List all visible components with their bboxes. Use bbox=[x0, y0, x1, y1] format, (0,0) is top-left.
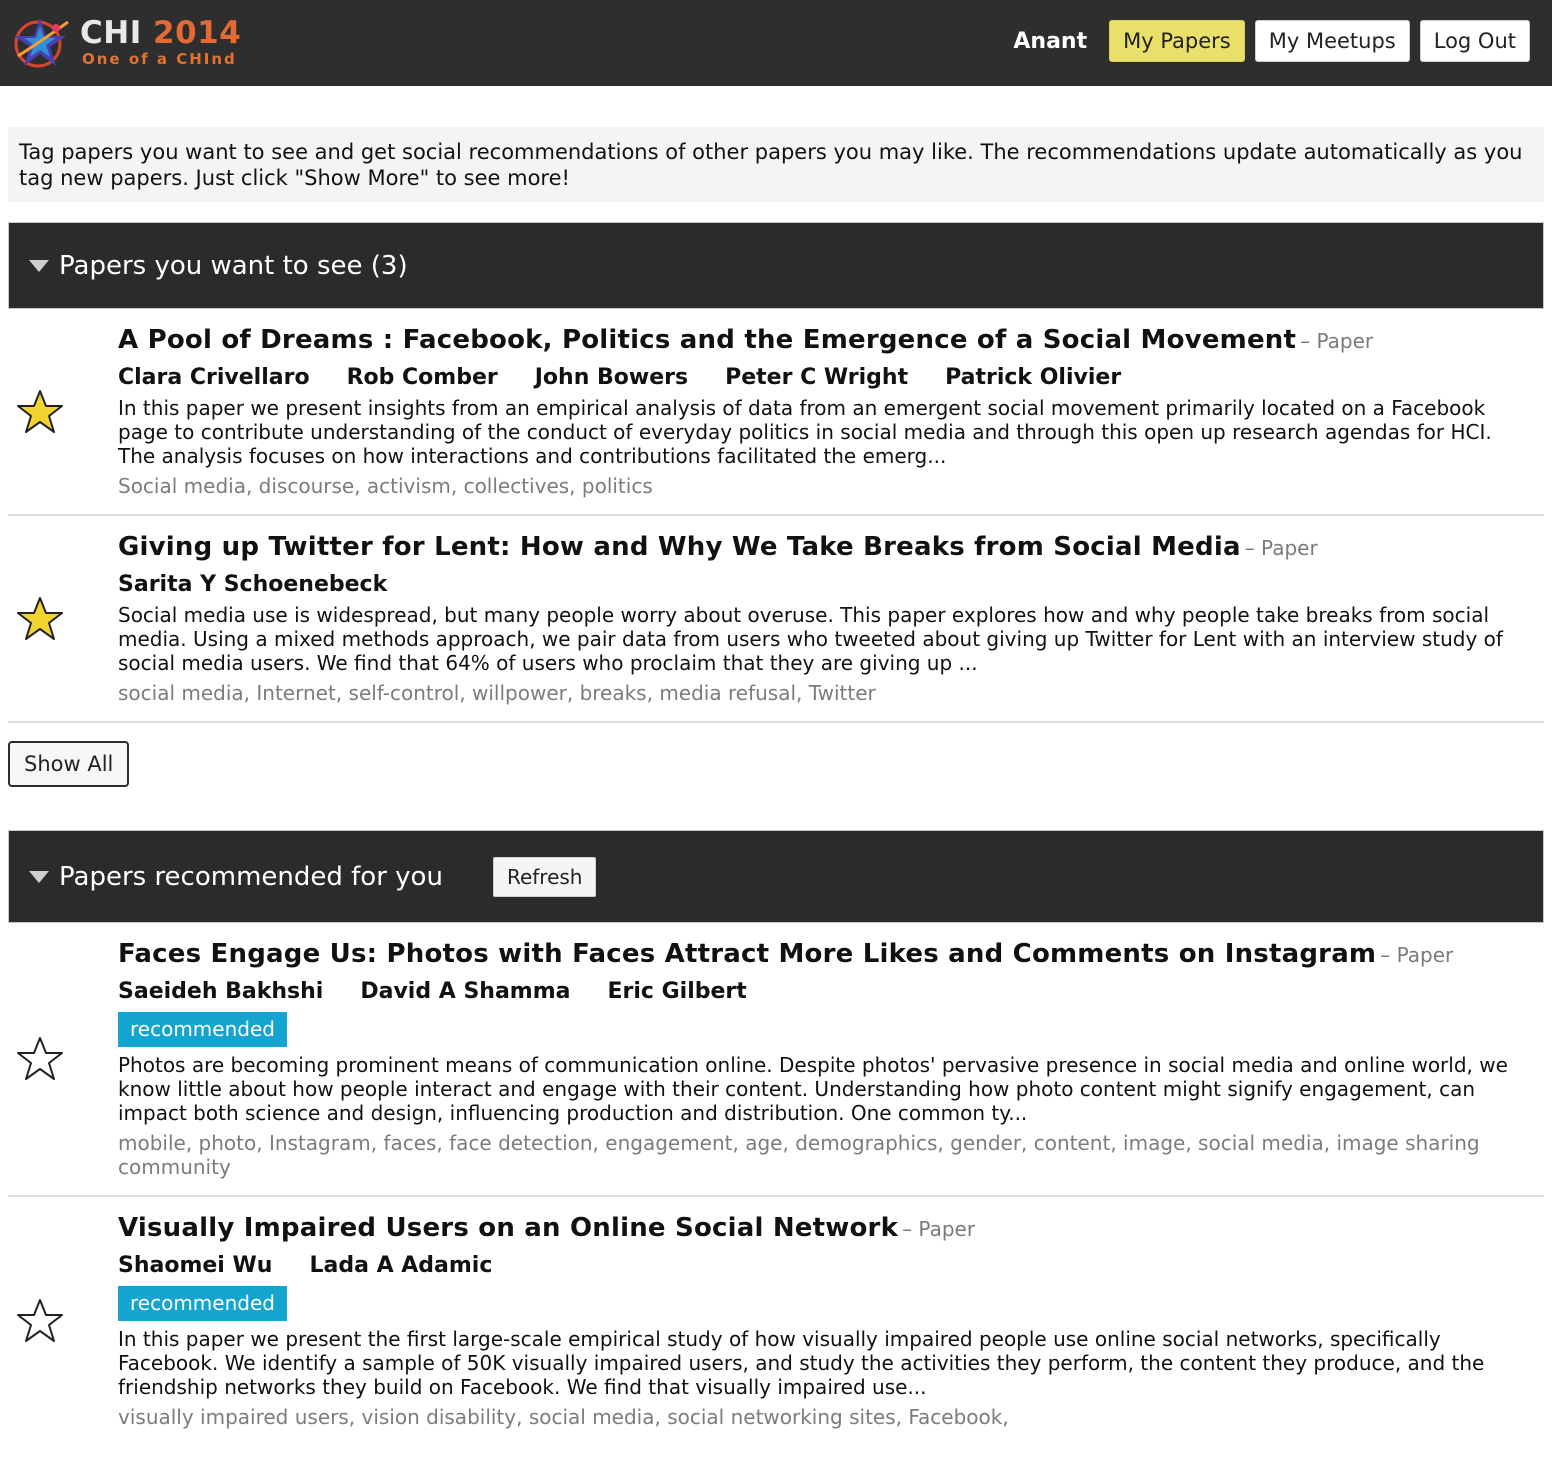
star-filled-icon[interactable] bbox=[16, 595, 64, 643]
recommended-header[interactable]: Papers recommended for you Refresh bbox=[8, 830, 1544, 923]
paper-abstract: In this paper we present the first large… bbox=[118, 1327, 1485, 1399]
star-filled-icon[interactable] bbox=[16, 388, 64, 436]
paper-type: – Paper bbox=[1380, 943, 1454, 967]
paper-title[interactable]: Visually Impaired Users on an Online Soc… bbox=[118, 1213, 898, 1243]
author-name[interactable]: Peter C Wright bbox=[725, 365, 908, 390]
paper-title[interactable]: A Pool of Dreams : Facebook, Politics an… bbox=[118, 325, 1296, 355]
top-bar: CHI 2014 One of a CHInd Anant My Papers … bbox=[0, 0, 1552, 86]
user-name[interactable]: Anant bbox=[1013, 29, 1087, 54]
recommended-badge: recommended bbox=[118, 1286, 287, 1321]
want-to-see-title: Papers you want to see (3) bbox=[59, 250, 408, 281]
author-name[interactable]: Patrick Olivier bbox=[945, 365, 1121, 390]
paper-keywords: social media, Internet, self-control, wi… bbox=[118, 681, 876, 705]
paper-item: Visually Impaired Users on an Online Soc… bbox=[8, 1197, 1544, 1445]
collapse-triangle-icon[interactable] bbox=[29, 259, 49, 272]
paper-keywords: visually impaired users, vision disabili… bbox=[118, 1405, 1009, 1429]
want-to-see-header[interactable]: Papers you want to see (3) bbox=[8, 222, 1544, 309]
paper-item: A Pool of Dreams : Facebook, Politics an… bbox=[8, 309, 1544, 516]
author-list: Saeideh Bakhshi David A Shamma Eric Gilb… bbox=[118, 979, 1534, 1004]
paper-type: – Paper bbox=[902, 1217, 976, 1241]
paper-type: – Paper bbox=[1300, 329, 1374, 353]
author-list: Clara Crivellaro Rob Comber John Bowers … bbox=[118, 365, 1534, 390]
author-name[interactable]: John Bowers bbox=[535, 365, 688, 390]
chi-logo-icon bbox=[14, 18, 69, 68]
paper-item: Faces Engage Us: Photos with Faces Attra… bbox=[8, 923, 1544, 1197]
paper-keywords: mobile, photo, Instagram, faces, face de… bbox=[118, 1131, 1480, 1179]
star-outline-icon[interactable] bbox=[16, 1035, 64, 1083]
collapse-triangle-icon[interactable] bbox=[29, 870, 49, 883]
my-papers-button[interactable]: My Papers bbox=[1109, 20, 1245, 62]
logo-tagline: One of a CHInd bbox=[82, 50, 237, 68]
top-nav: Anant My Papers My Meetups Log Out bbox=[1013, 20, 1530, 62]
author-name[interactable]: Sarita Y Schoenebeck bbox=[118, 572, 387, 597]
paper-keywords: Social media, discourse, activism, colle… bbox=[118, 474, 653, 498]
log-out-button[interactable]: Log Out bbox=[1419, 20, 1530, 62]
show-all-button[interactable]: Show All bbox=[8, 741, 130, 787]
author-list: Shaomei Wu Lada A Adamic bbox=[118, 1253, 1534, 1278]
logo-title: CHI 2014 bbox=[80, 15, 242, 51]
author-name[interactable]: Lada A Adamic bbox=[309, 1253, 492, 1278]
star-outline-icon[interactable] bbox=[16, 1297, 64, 1345]
author-name[interactable]: Saeideh Bakhshi bbox=[118, 979, 323, 1004]
author-name[interactable]: Shaomei Wu bbox=[118, 1253, 272, 1278]
my-meetups-button[interactable]: My Meetups bbox=[1254, 20, 1410, 62]
refresh-button[interactable]: Refresh bbox=[492, 856, 597, 897]
paper-abstract: Photos are becoming prominent means of c… bbox=[118, 1053, 1508, 1125]
author-name[interactable]: Clara Crivellaro bbox=[118, 365, 310, 390]
author-name[interactable]: David A Shamma bbox=[360, 979, 570, 1004]
intro-text: Tag papers you want to see and get socia… bbox=[8, 127, 1544, 202]
paper-item: Giving up Twitter for Lent: How and Why … bbox=[8, 516, 1544, 723]
recommended-title: Papers recommended for you bbox=[59, 861, 443, 892]
author-name[interactable]: Eric Gilbert bbox=[608, 979, 747, 1004]
chi-2014-logo[interactable]: CHI 2014 One of a CHInd bbox=[10, 12, 255, 72]
author-list: Sarita Y Schoenebeck bbox=[118, 572, 1534, 597]
paper-abstract: Social media use is widespread, but many… bbox=[118, 603, 1503, 675]
author-name[interactable]: Rob Comber bbox=[347, 365, 498, 390]
paper-abstract: In this paper we present insights from a… bbox=[118, 396, 1492, 468]
paper-title[interactable]: Faces Engage Us: Photos with Faces Attra… bbox=[118, 939, 1376, 969]
recommended-badge: recommended bbox=[118, 1012, 287, 1047]
paper-type: – Paper bbox=[1244, 536, 1318, 560]
paper-title[interactable]: Giving up Twitter for Lent: How and Why … bbox=[118, 532, 1241, 562]
